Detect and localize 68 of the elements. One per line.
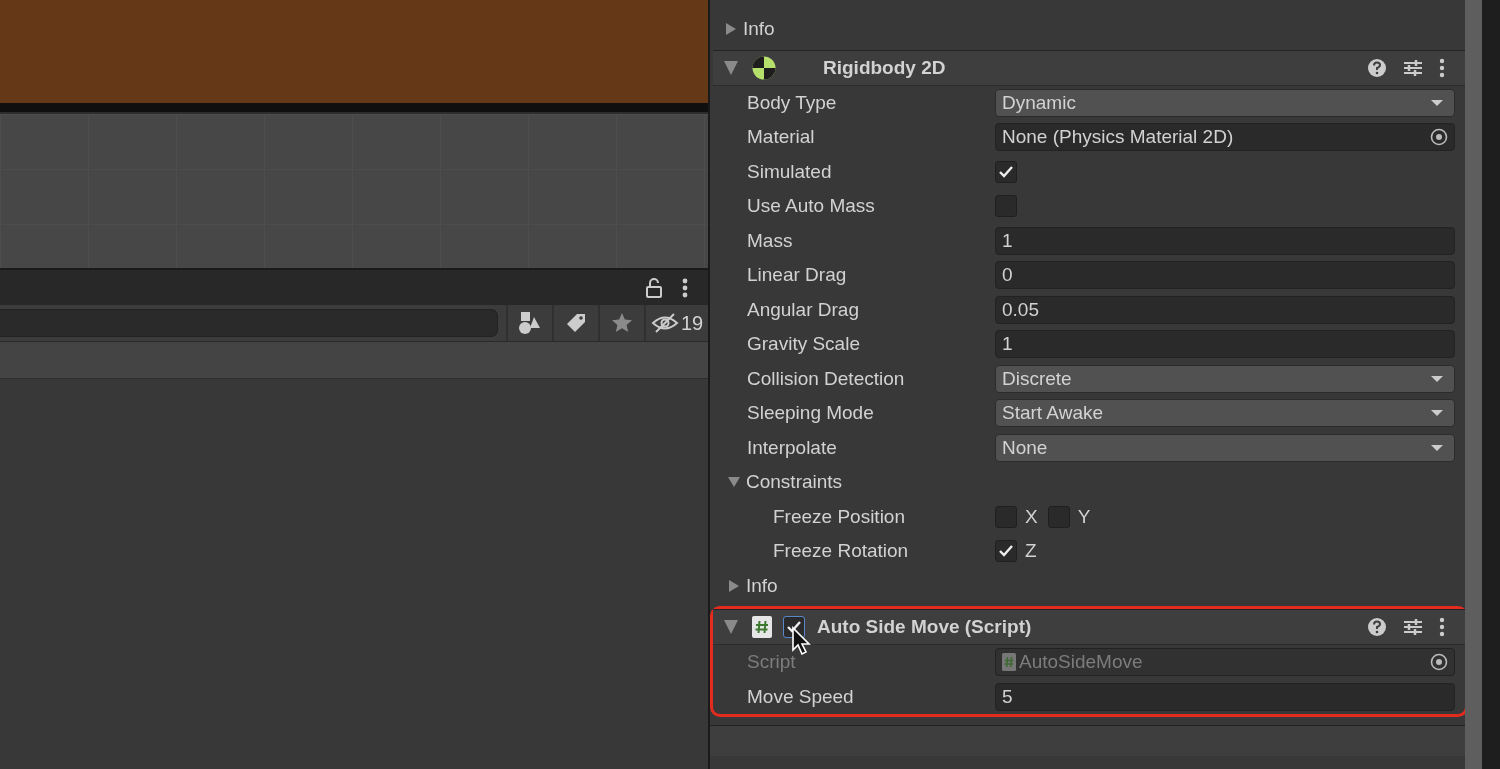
- axis-label: X: [1025, 505, 1038, 528]
- input-field[interactable]: 1: [995, 226, 1455, 255]
- dropdown-field[interactable]: Dynamic: [995, 88, 1455, 117]
- foldout-label[interactable]: Info: [746, 574, 778, 597]
- foldout-label[interactable]: Constraints: [746, 471, 843, 494]
- input-field[interactable]: 0: [995, 261, 1455, 290]
- component-header[interactable]: Rigidbody 2D: [713, 49, 1465, 86]
- property-label: Freeze Rotation: [772, 540, 910, 563]
- script-hash-icon: [1002, 653, 1016, 672]
- property-label: Sleeping Mode: [746, 402, 875, 425]
- checkmark-icon: [998, 164, 1014, 179]
- property-label: Use Auto Mass: [746, 195, 876, 218]
- presets-icon[interactable]: [1403, 617, 1423, 637]
- property-label: Freeze Position: [772, 505, 906, 528]
- input-field[interactable]: 5: [995, 682, 1455, 711]
- scrollbar[interactable]: [1465, 0, 1482, 769]
- axis-checkbox[interactable]: [1047, 505, 1070, 528]
- axis-checkbox[interactable]: [995, 540, 1017, 563]
- presets-icon[interactable]: [1403, 57, 1423, 78]
- foldout-arrow-icon[interactable]: [727, 476, 741, 489]
- help-icon[interactable]: [1367, 617, 1387, 637]
- property-label: Body Type: [746, 91, 838, 114]
- input-field[interactable]: 1: [995, 330, 1455, 359]
- foldout-label[interactable]: Info: [743, 18, 775, 41]
- checkbox[interactable]: [995, 195, 1017, 218]
- search-field[interactable]: [0, 309, 499, 337]
- tag-icon: [565, 312, 588, 334]
- axis-label: Z: [1025, 540, 1037, 563]
- property-label: Interpolate: [746, 436, 838, 459]
- more-icon[interactable]: [1439, 617, 1445, 637]
- caret-icon: [1430, 374, 1444, 383]
- object-field[interactable]: None (Physics Material 2D): [995, 123, 1455, 152]
- property-label: Mass: [746, 229, 794, 252]
- checkmark-icon: [998, 544, 1014, 559]
- hidden-eye-icon: [650, 312, 679, 334]
- checkbox[interactable]: [995, 160, 1017, 183]
- object-picker-icon[interactable]: [1430, 128, 1448, 147]
- foldout-arrow-icon[interactable]: [723, 619, 739, 635]
- help-icon[interactable]: [1367, 57, 1387, 78]
- property-label: Move Speed: [746, 685, 855, 708]
- rigidbody-icon: [751, 54, 777, 81]
- caret-icon: [1430, 98, 1444, 107]
- dropdown-field[interactable]: Start Awake: [995, 399, 1455, 428]
- property-label: Collision Detection: [746, 367, 906, 390]
- dropdown-field[interactable]: Discrete: [995, 364, 1455, 393]
- component-title: Auto Side Move (Script): [817, 616, 1033, 638]
- property-label: Gravity Scale: [746, 333, 861, 356]
- property-label: Simulated: [746, 160, 833, 183]
- caret-icon: [1430, 409, 1444, 418]
- dropdown-field[interactable]: None: [995, 433, 1455, 462]
- foldout-arrow-icon[interactable]: [725, 22, 737, 37]
- foldout-arrow-icon[interactable]: [728, 578, 740, 593]
- star-icon: [611, 312, 634, 334]
- axis-label: Y: [1077, 505, 1091, 528]
- lock-icon[interactable]: [646, 277, 662, 298]
- property-label: Script: [746, 651, 797, 674]
- axis-checkbox[interactable]: [995, 505, 1017, 528]
- shapes-icon: [518, 311, 543, 335]
- foldout-arrow-icon[interactable]: [723, 59, 739, 76]
- property-label: Linear Drag: [746, 264, 848, 287]
- input-field[interactable]: 0.05: [995, 295, 1455, 324]
- script-hash-icon: [751, 615, 773, 639]
- more-icon[interactable]: [1439, 57, 1445, 78]
- property-label: Angular Drag: [746, 298, 860, 321]
- caret-icon: [1430, 443, 1444, 452]
- property-label: Material: [746, 126, 816, 149]
- component-title: Rigidbody 2D: [823, 56, 947, 79]
- more-icon[interactable]: [682, 277, 688, 298]
